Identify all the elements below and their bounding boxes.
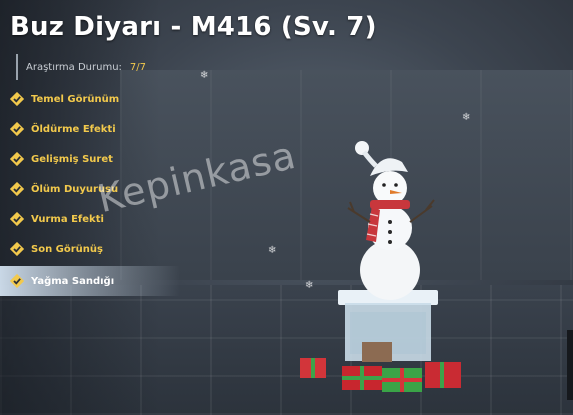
page-title: Buz Diyarı - M416 (Sv. 7) [10,12,377,42]
menu-item-label: Son Görünüş [31,243,103,255]
menu-item-label: Gelişmiş Suret [31,153,113,165]
research-status-label: Araştırma Durumu: [26,61,122,73]
edge-panel [567,330,573,400]
menu-item-oldurme-efekti[interactable]: Öldürme Efekti [0,114,180,144]
menu-item-label: Temel Görünüm [31,93,120,105]
snowman-loot-crate-preview [290,130,480,400]
check-icon [10,122,24,136]
research-status-value: 7/7 [129,61,147,73]
menu-item-label: Vurma Efekti [31,213,104,225]
snowflake-icon: ❄ [462,112,471,123]
snowflake-icon: ❄ [268,245,277,256]
check-icon [10,242,24,256]
research-status: Araştırma Durumu: 7/7 [16,54,146,80]
menu-item-label: Yağma Sandığı [31,275,115,287]
menu-item-label: Öldürme Efekti [31,123,116,135]
check-icon [10,212,24,226]
menu-item-temel-gorunum[interactable]: Temel Görünüm [0,84,180,114]
menu-item-son-gorunus[interactable]: Son Görünüş [0,234,180,264]
check-icon [10,182,24,196]
check-icon [10,274,24,288]
check-icon [10,152,24,166]
snowman-head [373,171,407,205]
snowman-scarf [370,200,410,209]
check-icon [10,92,24,106]
snowflake-icon: ❄ [200,70,209,81]
menu-item-yagma-sandigi[interactable]: Yağma Sandığı [0,266,180,296]
gift-box-brown [362,342,392,362]
